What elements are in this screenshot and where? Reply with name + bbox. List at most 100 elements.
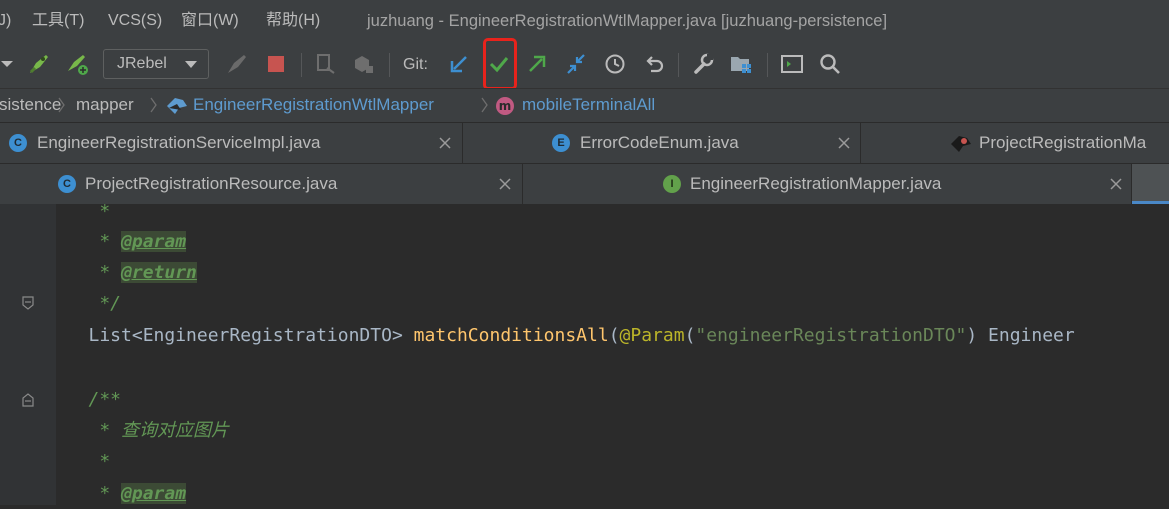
interface-icon: I (663, 175, 681, 193)
code-line: /** (56, 389, 122, 410)
editor-tab[interactable]: C EngineerRegistrationServiceImpl.java (0, 123, 463, 163)
close-icon[interactable] (438, 136, 452, 150)
git-merge-button[interactable] (561, 48, 591, 80)
class-icon: C (58, 175, 76, 193)
toolbar-separator (678, 53, 679, 77)
chevron-right-icon (150, 97, 157, 113)
git-push-button[interactable] (522, 48, 552, 80)
method-name: matchConditionsAll (413, 325, 609, 346)
code-line: * (56, 451, 111, 472)
toolbar: JRebel Git: (0, 42, 1169, 88)
attach-debugger-button[interactable] (310, 48, 340, 80)
menu-item-vcs[interactable]: VCS(S) (108, 0, 162, 42)
code-line: * @return (56, 262, 197, 283)
menu-item-build[interactable]: J) (0, 0, 11, 42)
stop-button[interactable] (261, 48, 291, 80)
search-icon (820, 54, 840, 74)
fold-marker-icon[interactable] (22, 296, 34, 310)
method-icon: m (496, 97, 514, 115)
chevron-right-icon (481, 97, 488, 113)
folder-grid-icon (731, 57, 751, 73)
editor-tab-row-2: C ProjectRegistrationResource.java I Eng… (0, 163, 1169, 205)
code-area: * * @param * @return */ List<EngineerReg… (56, 201, 1169, 505)
mybatis-bird-icon (167, 98, 187, 114)
toolbar-separator (389, 53, 390, 77)
tab-label: ProjectRegistrationMa (979, 133, 1147, 152)
mapper-bird-icon (951, 136, 971, 152)
chevron-right-icon (58, 97, 65, 113)
chevron-down-icon (1, 61, 13, 67)
git-rollback-button[interactable] (639, 48, 669, 80)
string-literal: "engineerRegistrationDTO" (695, 325, 967, 346)
annotation: @Param (619, 325, 685, 346)
window-title: juzhuang - EngineerRegistrationWtlMapper… (367, 12, 888, 30)
code-line: * @param (56, 231, 187, 252)
jrebel-run-button[interactable] (24, 48, 54, 80)
jrebel-debug-button[interactable] (62, 48, 92, 80)
commit-button-highlight (483, 38, 517, 90)
breadcrumb-item-package[interactable]: mapper (76, 89, 134, 122)
wrench-icon (694, 53, 714, 74)
active-editor-tab[interactable] (1132, 164, 1169, 204)
fold-marker-icon[interactable] (22, 393, 34, 407)
tab-label: ProjectRegistrationResource.java (85, 174, 338, 193)
menu-item-tools[interactable]: 工具(T) (32, 0, 84, 42)
menu-item-window[interactable]: 窗口(W) (181, 0, 239, 42)
javadoc-tag: @return (121, 262, 197, 283)
stop-icon (268, 56, 284, 72)
editor-tab[interactable]: I EngineerRegistrationMapper.java (523, 164, 1132, 204)
breadcrumb-item-module[interactable]: sistence (0, 89, 61, 122)
run-anything-button[interactable] (777, 48, 807, 80)
code-editor[interactable]: * * @param * @return */ List<EngineerReg… (0, 201, 1169, 505)
merge-arrows-icon (567, 54, 585, 74)
cube-icon (355, 56, 373, 73)
arrow-up-right-icon (529, 55, 546, 72)
menu-item-help[interactable]: 帮助(H) (266, 0, 320, 42)
jrebel-rocket-icon (29, 55, 48, 74)
git-update-button[interactable] (444, 48, 474, 80)
run-config-select[interactable]: JRebel (103, 49, 209, 79)
code-line: List<EngineerRegistrationDTO> matchCondi… (56, 325, 1075, 346)
breadcrumb-item-class[interactable]: EngineerRegistrationWtlMapper (193, 89, 434, 122)
run-config-label: JRebel (117, 55, 167, 72)
menu-bar: J) 工具(T) VCS(S) 窗口(W) 帮助(H) juzhuang - E… (0, 0, 1169, 42)
chevron-down-icon (185, 61, 197, 68)
code-line: */ (56, 293, 122, 314)
code-line: * (56, 201, 111, 222)
arrow-down-left-icon (450, 56, 467, 73)
rocket-disabled-icon (228, 55, 246, 73)
editor-tab-row-1: C EngineerRegistrationServiceImpl.java E… (0, 122, 1169, 163)
attach-debugger-icon (317, 54, 335, 74)
close-icon[interactable] (498, 177, 512, 191)
git-history-button[interactable] (600, 48, 630, 80)
tab-label: ErrorCodeEnum.java (580, 133, 739, 152)
class-icon: C (9, 134, 27, 152)
search-everywhere-button[interactable] (815, 48, 845, 80)
settings-button[interactable] (688, 48, 718, 80)
enum-icon: E (552, 134, 570, 152)
editor-gutter (0, 204, 56, 505)
tab-label: EngineerRegistrationServiceImpl.java (37, 133, 321, 152)
javadoc-tag: @param (121, 483, 187, 504)
terminal-window-icon (781, 55, 803, 73)
editor-tab[interactable]: ProjectRegistrationMa (861, 123, 1169, 163)
dropdown-arrow-button[interactable] (0, 48, 22, 80)
svg-text:m: m (499, 99, 512, 113)
undo-icon (646, 56, 664, 73)
git-label: Git: (403, 56, 428, 73)
clock-icon (605, 54, 625, 74)
close-icon[interactable] (837, 136, 851, 150)
tab-label: EngineerRegistrationMapper.java (690, 174, 942, 193)
breadcrumb-item-method[interactable]: mobileTerminalAll (522, 89, 655, 122)
jrebel-debug-icon (68, 55, 88, 75)
build-artifact-button[interactable] (348, 48, 378, 80)
toolbar-separator (767, 53, 768, 77)
project-structure-button[interactable] (726, 48, 756, 80)
javadoc-tag: @param (121, 231, 187, 252)
code-line: * @param (56, 483, 187, 504)
editor-tab[interactable]: E ErrorCodeEnum.java (463, 123, 861, 163)
breadcrumb: sistence mapper EngineerRegistrationWtlM… (0, 88, 1169, 122)
code-line: * 查询对应图片 (56, 420, 230, 441)
close-icon[interactable] (1109, 177, 1123, 191)
jrebel-disabled-button[interactable] (222, 48, 252, 80)
